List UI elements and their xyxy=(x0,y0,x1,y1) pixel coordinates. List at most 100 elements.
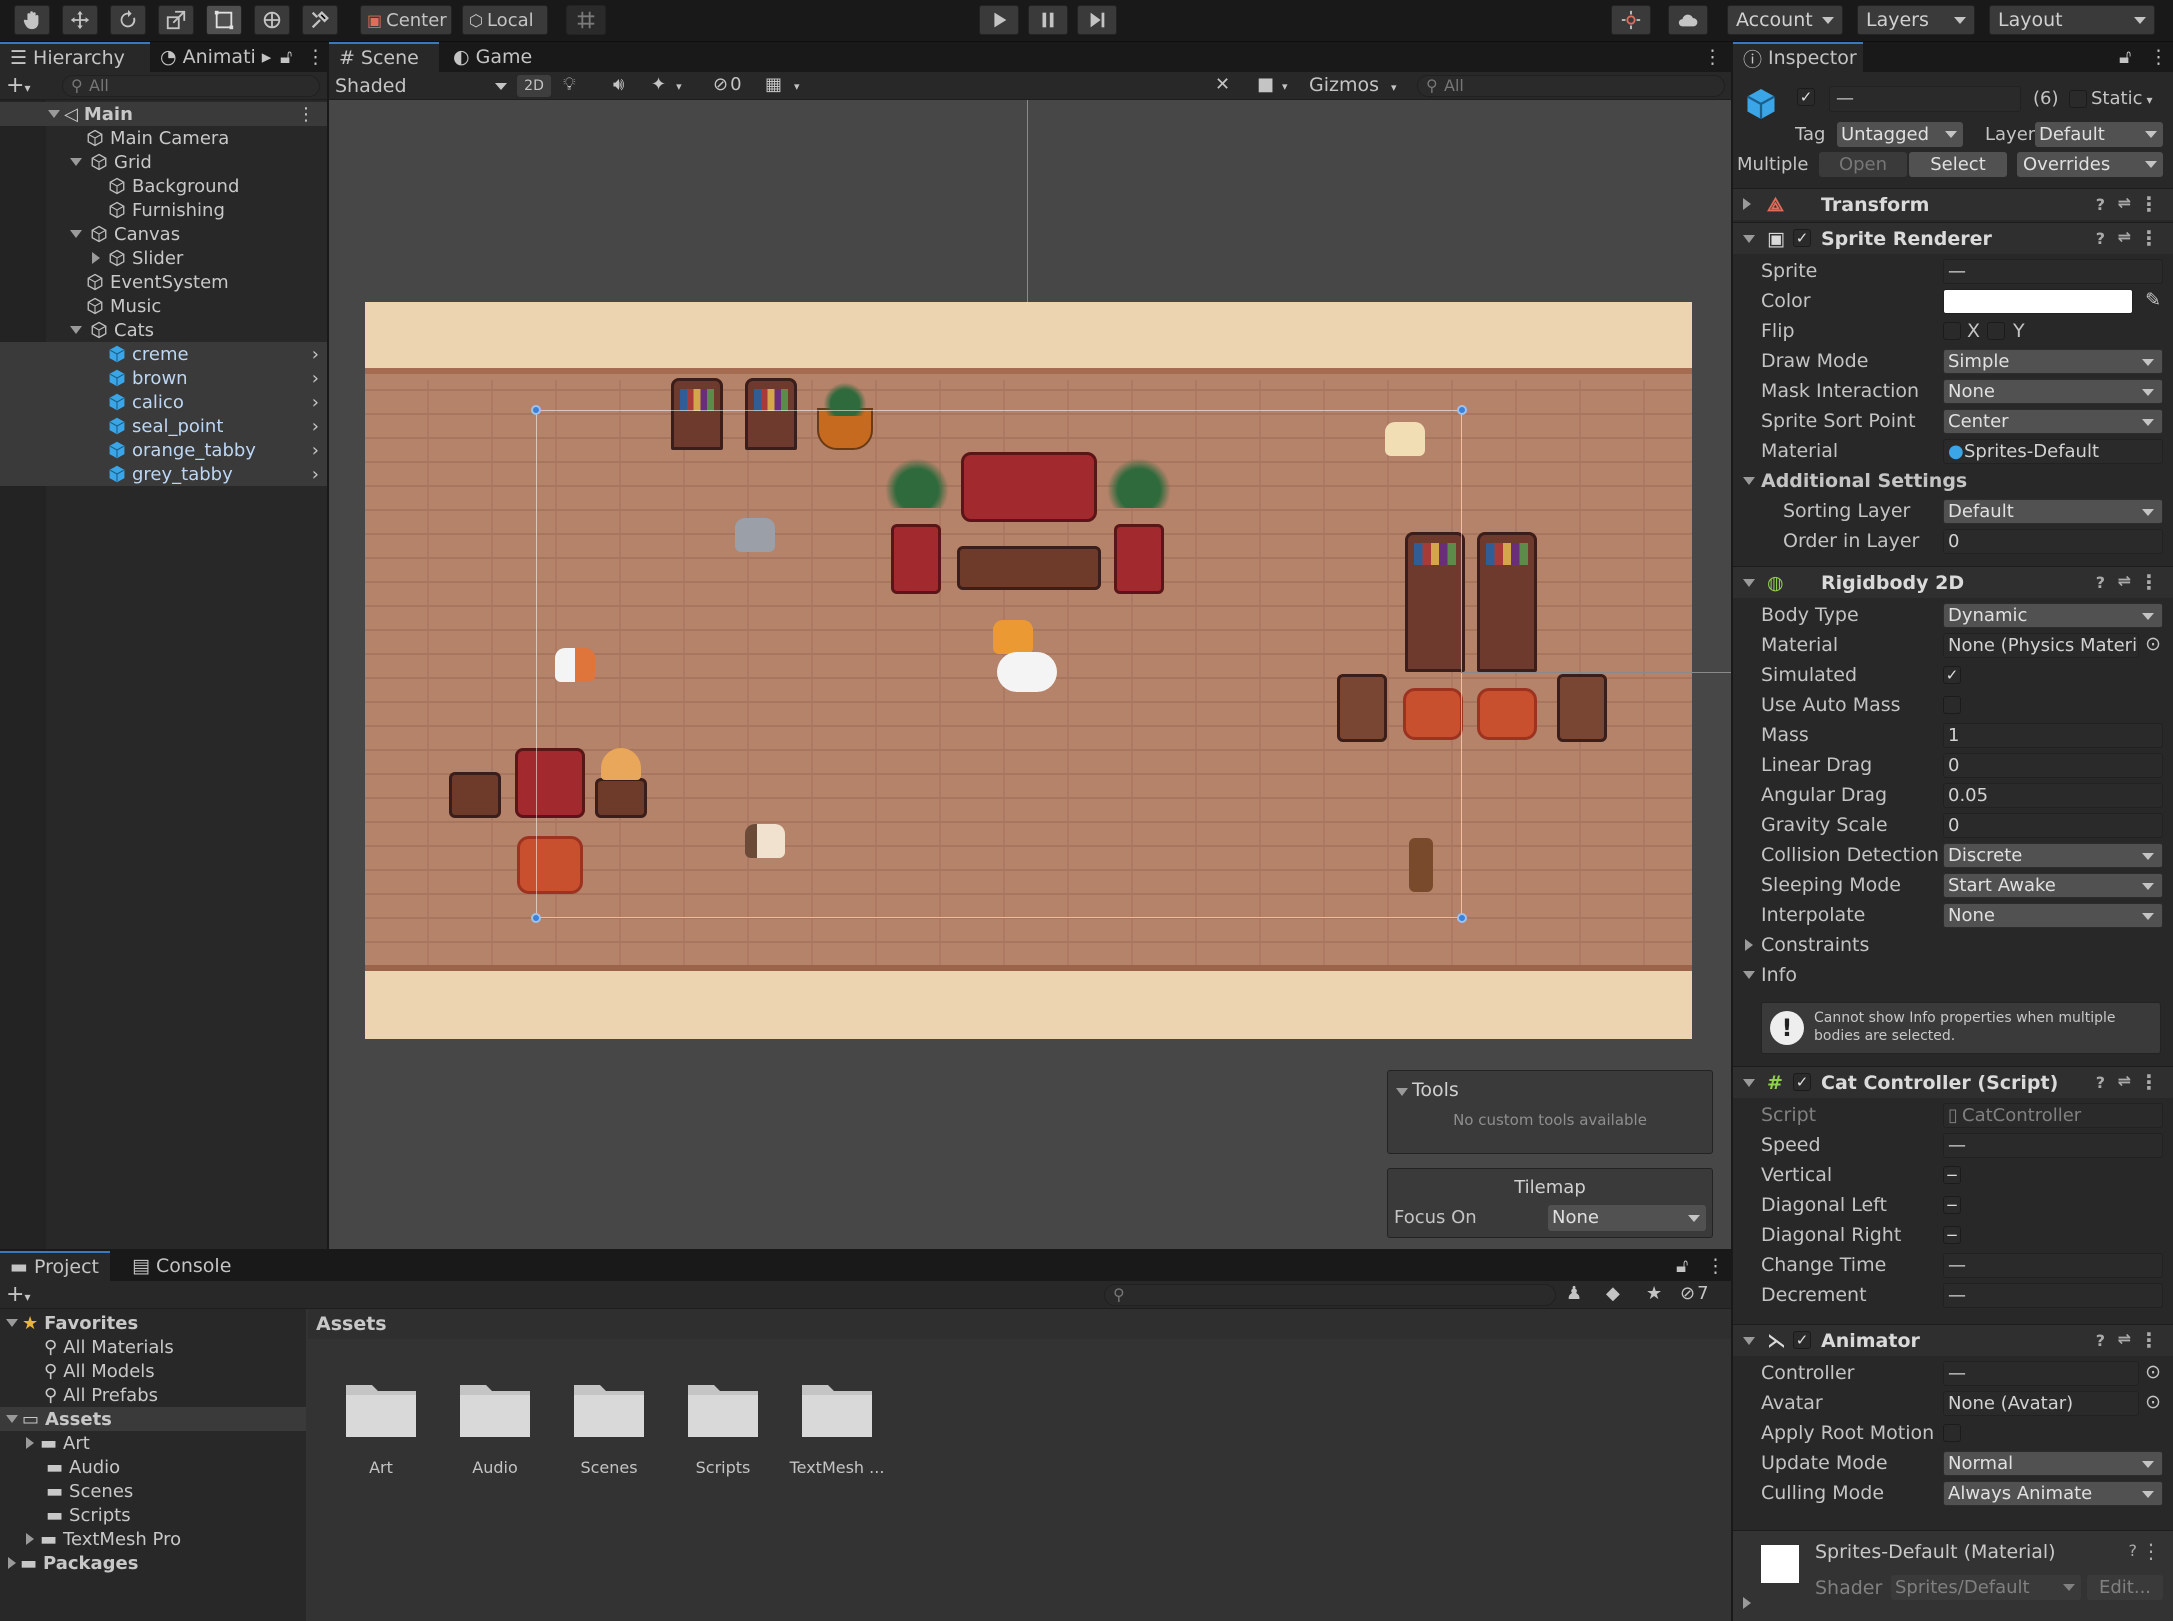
cat-controller-header[interactable]: # ✓ Cat Controller (Script)? ⇌ ⋮ xyxy=(1733,1066,2173,1098)
rect-handle[interactable] xyxy=(531,913,541,923)
filter-label-icon[interactable]: ◆ xyxy=(1606,1283,1620,1304)
folder-icon[interactable] xyxy=(686,1377,760,1439)
material-field[interactable]: ● Sprites-Default xyxy=(1943,439,2163,464)
help-icon[interactable]: ? xyxy=(2096,1073,2105,1092)
select-prefab-button[interactable]: Select xyxy=(1909,152,2007,177)
tab-hierarchy[interactable]: ☰ Hierarchy xyxy=(0,42,150,72)
hierarchy-item-slider[interactable]: Slider xyxy=(0,246,327,270)
grid-snap-icon[interactable] xyxy=(566,5,606,35)
open-prefab-button[interactable]: Open xyxy=(1819,152,1907,177)
component-menu-icon[interactable]: ⋮ xyxy=(2139,1328,2159,1352)
rotate-tool-icon[interactable] xyxy=(110,5,146,35)
angular-drag-field[interactable]: 0.05 xyxy=(1943,783,2163,808)
favorite-item[interactable]: ⚲ All Models xyxy=(0,1359,306,1383)
shading-mode-dropdown[interactable]: Shaded xyxy=(335,75,511,97)
component-menu-icon[interactable]: ⋮ xyxy=(2139,570,2159,594)
panel-menu-icon[interactable]: ⋮ xyxy=(1696,1251,1725,1281)
pivot-center-button[interactable]: ▣ Center xyxy=(360,5,452,35)
panel-menu-icon[interactable]: ⋮ xyxy=(2139,42,2168,72)
lighting-toggle-icon[interactable]: 💡︎ xyxy=(563,74,576,95)
cloud-icon[interactable] xyxy=(1668,5,1708,35)
tab-game[interactable]: ◐ Game xyxy=(443,42,553,72)
asset-folder-item[interactable]: ▬ Art xyxy=(0,1431,306,1455)
object-picker-icon[interactable]: ⊙ xyxy=(2145,633,2161,655)
shader-dropdown[interactable]: Sprites/Default xyxy=(1891,1575,2081,1600)
collision-detection-dropdown[interactable]: Discrete xyxy=(1943,843,2163,868)
hierarchy-item-brown[interactable]: brown › xyxy=(0,366,327,390)
sort-point-dropdown[interactable]: Center xyxy=(1943,409,2163,434)
eyedropper-icon[interactable]: ✎ xyxy=(2145,289,2161,311)
focus-on-dropdown[interactable]: None xyxy=(1548,1205,1706,1231)
favorite-item[interactable]: ⚲ All Prefabs xyxy=(0,1383,306,1407)
lock-icon[interactable]: 🔓︎ xyxy=(270,42,298,72)
preset-icon[interactable]: ⇌ xyxy=(2118,227,2131,246)
2d-mode-toggle[interactable]: 2D xyxy=(517,75,551,97)
folder-icon[interactable] xyxy=(800,1377,874,1439)
help-icon[interactable]: ? xyxy=(2129,1541,2138,1560)
custom-tools-icon[interactable] xyxy=(302,5,338,35)
layer-dropdown[interactable]: Default xyxy=(2035,122,2163,147)
help-icon[interactable]: ? xyxy=(2096,229,2105,248)
scale-tool-icon[interactable] xyxy=(158,5,194,35)
asset-folder-item[interactable]: ▬ Audio xyxy=(0,1455,306,1479)
lock-icon[interactable]: 🔓︎ xyxy=(1666,1251,1694,1281)
static-checkbox[interactable] xyxy=(2069,90,2087,108)
assets-root-row[interactable]: ▭ Assets xyxy=(0,1407,306,1431)
folder-icon[interactable] xyxy=(344,1377,418,1439)
folder-icon[interactable] xyxy=(458,1377,532,1439)
step-button[interactable] xyxy=(1077,5,1117,35)
camera-icon[interactable]: ■ ▾ xyxy=(1257,74,1288,95)
folder-icon[interactable] xyxy=(572,1377,646,1439)
diagonal-left-checkbox[interactable]: − xyxy=(1943,1196,1961,1214)
gameobject-name-field[interactable]: — xyxy=(1829,86,2021,112)
component-menu-icon[interactable]: ⋮ xyxy=(2141,1539,2161,1563)
scene-search-input[interactable]: ⚲ All xyxy=(1417,75,1725,97)
hierarchy-item-grid[interactable]: Grid xyxy=(0,150,327,174)
static-dropdown[interactable]: Static ▾ xyxy=(2091,88,2153,109)
hierarchy-item-furnishing[interactable]: Furnishing xyxy=(0,198,327,222)
component-menu-icon[interactable]: ⋮ xyxy=(2139,1070,2159,1094)
hierarchy-item-eventsystem[interactable]: EventSystem xyxy=(0,270,327,294)
component-menu-icon[interactable]: ⋮ xyxy=(2139,192,2159,216)
hierarchy-item-music[interactable]: Music xyxy=(0,294,327,318)
hierarchy-item-cats[interactable]: Cats xyxy=(0,318,327,342)
hierarchy-search-input[interactable]: ⚲ All xyxy=(62,75,320,97)
hand-tool-icon[interactable] xyxy=(14,5,50,35)
preset-icon[interactable]: ⇌ xyxy=(2118,1071,2131,1090)
culling-mode-dropdown[interactable]: Always Animate xyxy=(1943,1481,2163,1506)
scene-visibility-toggle[interactable]: ⊘ 0 xyxy=(713,74,742,95)
overrides-dropdown[interactable]: Overrides xyxy=(2017,152,2163,177)
info-foldout[interactable]: Info xyxy=(1733,960,2173,990)
selection-rect[interactable] xyxy=(536,410,1462,918)
scene-menu-icon[interactable]: ⋮ xyxy=(297,104,315,125)
animator-header[interactable]: ⋋ ✓ Animator? ⇌ ⋮ xyxy=(1733,1324,2173,1356)
move-tool-icon[interactable] xyxy=(62,5,98,35)
decrement-field[interactable]: — xyxy=(1943,1283,2163,1308)
rigidbody-header[interactable]: ◍ Rigidbody 2D? ⇌ ⋮ xyxy=(1733,566,2173,598)
avatar-field[interactable]: None (Avatar) xyxy=(1943,1391,2139,1416)
order-in-layer-field[interactable]: 0 xyxy=(1943,529,2163,554)
animator-enabled-checkbox[interactable]: ✓ xyxy=(1793,1331,1811,1349)
preset-icon[interactable]: ⇌ xyxy=(2118,193,2131,212)
hierarchy-item-orange-tabby[interactable]: orange_tabby › xyxy=(0,438,327,462)
collab-icon[interactable] xyxy=(1611,5,1651,35)
pause-button[interactable] xyxy=(1028,5,1068,35)
color-swatch[interactable] xyxy=(1943,289,2133,314)
hierarchy-item-main-camera[interactable]: Main Camera xyxy=(0,126,327,150)
root-motion-checkbox[interactable] xyxy=(1943,1424,1961,1442)
rect-tool-icon[interactable] xyxy=(206,5,242,35)
interpolate-dropdown[interactable]: None xyxy=(1943,903,2163,928)
create-button[interactable]: +▾ xyxy=(6,73,30,98)
asset-grid-item-label[interactable]: Scenes xyxy=(549,1458,669,1477)
rect-handle[interactable] xyxy=(531,405,541,415)
hierarchy-item-creme[interactable]: creme › xyxy=(0,342,327,366)
object-picker-icon[interactable]: ⊙ xyxy=(2145,1361,2161,1383)
tab-animation[interactable]: ◔ Animati ▸ xyxy=(150,42,271,72)
play-button[interactable] xyxy=(979,5,1019,35)
asset-grid-item-label[interactable]: TextMesh ... xyxy=(777,1458,897,1477)
transform-tool-icon[interactable] xyxy=(254,5,290,35)
favorite-star-icon[interactable]: ★ xyxy=(1646,1283,1662,1304)
help-icon[interactable]: ? xyxy=(2096,195,2105,214)
open-prefab-arrow-icon[interactable]: › xyxy=(312,392,319,413)
asset-grid-item-label[interactable]: Scripts xyxy=(663,1458,783,1477)
